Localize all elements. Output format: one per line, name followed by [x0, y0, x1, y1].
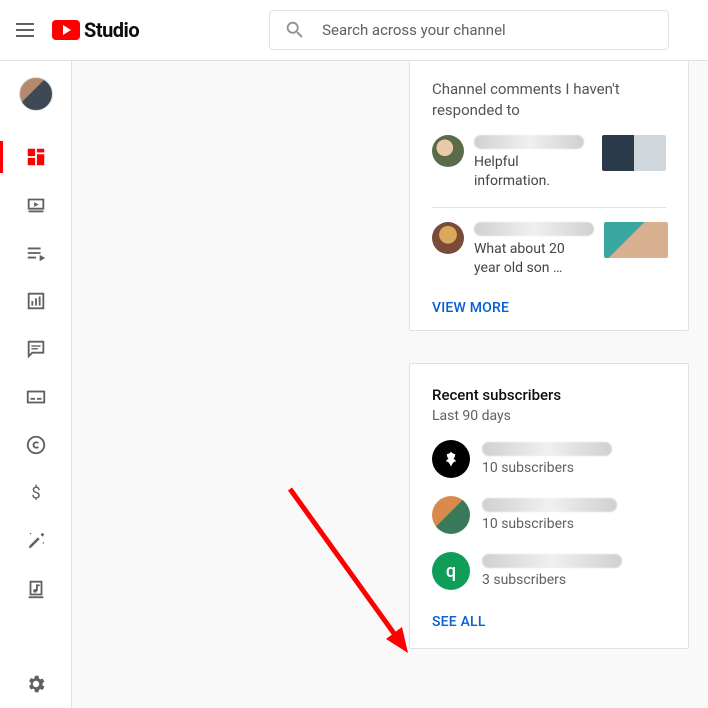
- nav-comments[interactable]: [0, 325, 72, 373]
- comment-body: What about 20 year old son …: [474, 240, 594, 278]
- nav-monetization[interactable]: $: [0, 469, 72, 517]
- nav-audio-library[interactable]: [0, 565, 72, 613]
- subscriber-text: 10 subscribers: [482, 442, 666, 476]
- subscriber-count: 10 subscribers: [482, 516, 666, 532]
- see-all-link[interactable]: SEE ALL: [432, 614, 486, 630]
- nav-copyright[interactable]: [0, 421, 72, 469]
- subscriber-name-redacted: [482, 498, 617, 512]
- subscriber-avatar: q: [432, 552, 470, 590]
- subscriber-row[interactable]: 10 subscribers: [432, 496, 666, 534]
- nav-settings[interactable]: [0, 660, 72, 708]
- subscriber-count: 3 subscribers: [482, 572, 666, 588]
- subscriber-count: 10 subscribers: [482, 460, 666, 476]
- commenter-avatar: [432, 222, 464, 254]
- nav-analytics[interactable]: [0, 277, 72, 325]
- nav-dashboard[interactable]: [0, 133, 72, 181]
- search-icon: [284, 19, 306, 41]
- svg-text:$: $: [31, 485, 40, 504]
- subscriber-text: 3 subscribers: [482, 554, 666, 588]
- nav-subtitles[interactable]: [0, 373, 72, 421]
- commenter-avatar: [432, 135, 464, 167]
- view-more-link[interactable]: VIEW MORE: [432, 300, 509, 316]
- comment-text: What about 20 year old son …: [474, 222, 594, 278]
- subscriber-avatar: [432, 440, 470, 478]
- subscribers-card-subtitle: Last 90 days: [432, 408, 666, 424]
- comments-card: Channel comments I haven't responded to …: [409, 61, 689, 331]
- comment-text: Helpful information.: [474, 135, 592, 191]
- search-placeholder: Search across your channel: [322, 21, 506, 39]
- annotation-arrow: [280, 479, 420, 659]
- nav-content[interactable]: [0, 181, 72, 229]
- subscribers-card: Recent subscribers Last 90 days 10 subsc…: [409, 363, 689, 649]
- brand-text: Studio: [84, 18, 139, 42]
- top-bar: Studio Search across your channel: [0, 0, 708, 60]
- comment-body: Helpful information.: [474, 153, 592, 191]
- comment-row[interactable]: What about 20 year old son …: [432, 207, 666, 294]
- subscriber-text: 10 subscribers: [482, 498, 666, 532]
- subscriber-row[interactable]: q 3 subscribers: [432, 552, 666, 590]
- channel-avatar[interactable]: [19, 77, 53, 111]
- subscriber-name-redacted: [482, 442, 612, 456]
- studio-logo[interactable]: Studio: [52, 18, 139, 42]
- nav-customization[interactable]: [0, 517, 72, 565]
- search-input[interactable]: Search across your channel: [269, 10, 669, 50]
- subscriber-row[interactable]: 10 subscribers: [432, 440, 666, 478]
- comment-row[interactable]: Helpful information.: [432, 135, 666, 207]
- menu-icon[interactable]: [16, 18, 40, 42]
- subscribers-card-title: Recent subscribers: [432, 386, 666, 404]
- subscriber-name-redacted: [482, 554, 622, 568]
- video-thumbnail: [602, 135, 666, 171]
- nav-playlists[interactable]: [0, 229, 72, 277]
- subscriber-avatar: [432, 496, 470, 534]
- layout: $ Channel comments I haven't responded t…: [0, 61, 708, 708]
- main-content: Channel comments I haven't responded to …: [72, 61, 708, 708]
- video-thumbnail: [604, 222, 668, 258]
- left-rail: $: [0, 61, 72, 708]
- comments-card-title: Channel comments I haven't responded to: [432, 79, 666, 121]
- commenter-name-redacted: [474, 222, 594, 236]
- commenter-name-redacted: [474, 135, 584, 149]
- youtube-icon: [52, 20, 80, 40]
